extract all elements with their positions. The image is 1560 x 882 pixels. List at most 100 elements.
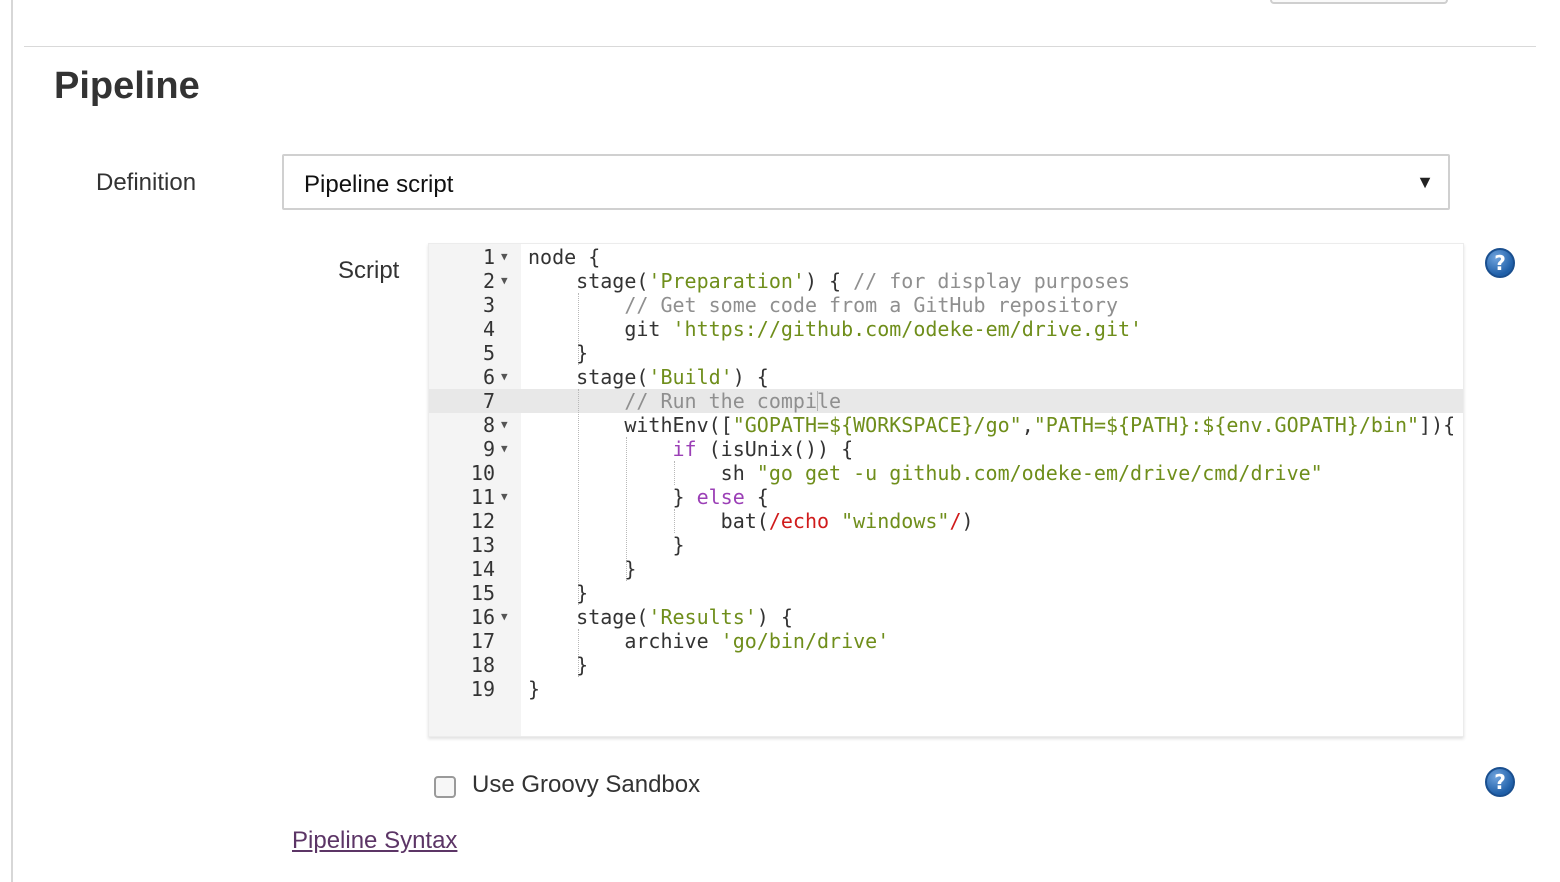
line-number: 14 <box>470 557 495 581</box>
code-line[interactable]: 4 git 'https://github.com/odeke-em/drive… <box>429 317 1463 341</box>
line-code: bat(/echo "windows"/) <box>528 509 974 533</box>
line-code: withEnv(["GOPATH=${WORKSPACE}/go","PATH=… <box>528 413 1455 437</box>
definition-label: Definition <box>96 169 197 196</box>
code-token: bat( <box>528 509 769 533</box>
line-code: } <box>528 653 588 677</box>
code-token: archive <box>528 629 721 653</box>
code-line[interactable]: 12 bat(/echo "windows"/) <box>429 509 1463 533</box>
fold-arrow-icon[interactable]: ▼ <box>501 413 508 437</box>
script-label: Script <box>338 257 400 284</box>
code-token: } <box>528 581 589 605</box>
code-line[interactable]: 1 ▼ node { <box>429 245 1463 269</box>
line-number: 13 <box>470 533 495 557</box>
line-code: } <box>528 677 540 701</box>
line-code: archive 'go/bin/drive' <box>528 629 889 653</box>
definition-select[interactable]: Pipeline script ▼ <box>282 154 1450 210</box>
code-token: // for display purposes <box>853 269 1131 293</box>
code-token: } <box>528 485 697 509</box>
fold-arrow-icon[interactable]: ▼ <box>501 245 508 269</box>
code-token: 'https://github.com/odeke-em/drive.git' <box>672 317 1143 341</box>
code-token: stage( <box>528 605 649 629</box>
code-token: } <box>528 677 541 701</box>
line-number: 15 <box>470 581 495 605</box>
code-token: withEnv([ <box>528 413 733 437</box>
code-token: stage( <box>528 269 649 293</box>
code-token: "windows" <box>841 509 950 533</box>
line-number: 9 <box>482 437 495 461</box>
top-button-edge[interactable] <box>1270 0 1448 4</box>
line-number: 18 <box>470 653 495 677</box>
code-line[interactable]: 15 } <box>429 581 1463 605</box>
script-editor[interactable]: 1 ▼ node {2 ▼ stage('Preparation') { // for… <box>428 243 1464 737</box>
code-token: sh <box>528 461 757 485</box>
code-token: } <box>528 653 589 677</box>
line-code: // Get some code from a GitHub repositor… <box>528 293 1118 317</box>
code-token: } <box>528 341 589 365</box>
code-token: ) { <box>732 365 769 389</box>
code-token: ) { <box>804 269 854 293</box>
line-code: if (isUnix()) { <box>528 437 854 461</box>
code-token: ) { <box>756 605 793 629</box>
code-line[interactable]: 11 ▼ } else { <box>429 485 1463 509</box>
line-number: 17 <box>470 629 495 653</box>
code-token: (isUnix()) { <box>696 437 854 461</box>
section-divider <box>24 46 1536 47</box>
script-help-icon[interactable]: ? <box>1485 248 1515 278</box>
code-line[interactable]: 8 ▼ withEnv(["GOPATH=${WORKSPACE}/go","PA… <box>429 413 1463 437</box>
code-token: / <box>949 509 962 533</box>
line-number: 10 <box>470 461 495 485</box>
page-left-border <box>11 0 13 882</box>
code-line[interactable]: 17 archive 'go/bin/drive' <box>429 629 1463 653</box>
code-token: , <box>1021 413 1034 437</box>
code-token: } <box>528 533 685 557</box>
fold-arrow-icon[interactable]: ▼ <box>501 365 508 389</box>
code-token: "go get -u github.com/odeke-em/drive/cmd… <box>756 461 1323 485</box>
code-token: /echo <box>768 509 842 533</box>
line-number: 16 <box>470 605 495 629</box>
code-line[interactable]: 2 ▼ stage('Preparation') { // for display… <box>429 269 1463 293</box>
code-line[interactable]: 6 ▼ stage('Build') { <box>429 365 1463 389</box>
groovy-sandbox-checkbox[interactable] <box>434 776 456 798</box>
line-code: stage('Build') { <box>528 365 769 389</box>
groovy-sandbox-label[interactable]: Use Groovy Sandbox <box>472 770 700 800</box>
code-line[interactable]: 16 ▼ stage('Results') { <box>429 605 1463 629</box>
code-token: if <box>672 437 697 461</box>
code-token: else <box>696 485 745 509</box>
code-line[interactable]: 19} <box>429 677 1463 701</box>
line-number: 8 <box>482 413 495 437</box>
fold-arrow-icon[interactable]: ▼ <box>501 605 508 629</box>
code-token: // Get some code from a GitHub repositor… <box>528 293 1119 317</box>
line-number: 19 <box>470 677 495 701</box>
fold-arrow-icon[interactable]: ▼ <box>501 437 508 461</box>
line-number: 12 <box>470 509 495 533</box>
pipeline-syntax-link[interactable]: Pipeline Syntax <box>292 826 457 856</box>
code-token: stage( <box>528 365 649 389</box>
fold-arrow-icon[interactable]: ▼ <box>501 269 508 293</box>
code-token: 'Preparation' <box>648 269 805 293</box>
code-line[interactable]: 18 } <box>429 653 1463 677</box>
line-number: 1 <box>482 245 495 269</box>
code-line[interactable]: 9 ▼ if (isUnix()) { <box>429 437 1463 461</box>
line-code: stage('Preparation') { // for display pu… <box>528 269 1130 293</box>
code-line[interactable]: 5 } <box>429 341 1463 365</box>
code-token: node { <box>528 245 601 269</box>
line-code: git 'https://github.com/odeke-em/drive.g… <box>528 317 1142 341</box>
code-line[interactable]: 7 // Run the compile <box>429 389 1463 413</box>
code-line[interactable]: 10 sh "go get -u github.com/odeke-em/dri… <box>429 461 1463 485</box>
line-number: 7 <box>482 389 495 413</box>
code-token: "GOPATH=${WORKSPACE}/go" <box>732 413 1022 437</box>
code-token: git <box>528 317 673 341</box>
fold-arrow-icon[interactable]: ▼ <box>501 485 508 509</box>
code-line[interactable]: 14 } <box>429 557 1463 581</box>
sandbox-help-icon[interactable]: ? <box>1485 767 1515 797</box>
code-token: ]){ <box>1419 413 1456 437</box>
line-code: } <box>528 557 636 581</box>
line-code: stage('Results') { <box>528 605 793 629</box>
code-line[interactable]: 13 } <box>429 533 1463 557</box>
code-token: ) <box>961 509 974 533</box>
code-token: } <box>528 557 637 581</box>
line-number: 4 <box>482 317 495 341</box>
code-line[interactable]: 3 // Get some code from a GitHub reposit… <box>429 293 1463 317</box>
code-token: { <box>744 485 769 509</box>
